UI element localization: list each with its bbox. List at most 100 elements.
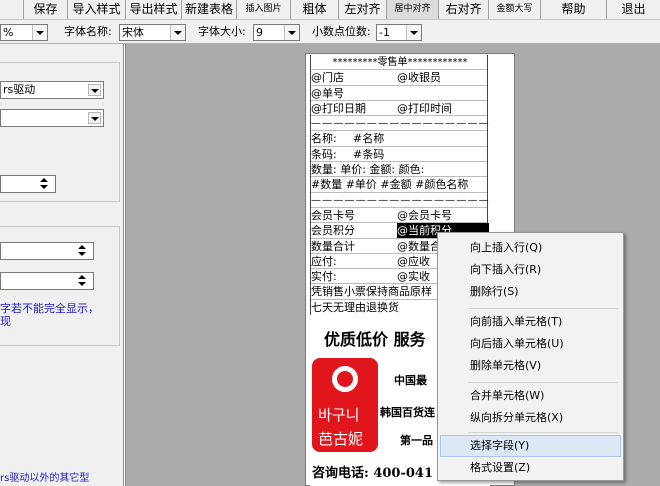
divider-line: — — — — — — — — — — — — — — — — — [311, 194, 489, 206]
bold-button[interactable]: 粗体 — [291, 0, 339, 19]
warning-text-2: 现 — [0, 315, 11, 328]
print-time-field[interactable]: @打印时间 — [397, 101, 452, 116]
align-right-button[interactable]: 右对齐 — [439, 0, 489, 19]
name-label[interactable]: 名称: — [311, 131, 337, 146]
paid-label[interactable]: 实付: — [311, 269, 337, 284]
chevron-down-icon — [88, 84, 101, 96]
driver-note: rs驱动以外的其它型 — [0, 473, 90, 484]
location-pin-icon — [332, 366, 358, 392]
decimal-places-select[interactable]: -1 — [376, 24, 422, 41]
chevron-down-icon — [284, 25, 299, 40]
qty-total-label[interactable]: 数量合计 — [311, 239, 355, 254]
receivable-label[interactable]: 应付: — [311, 254, 337, 269]
ad-title: 优质低价 服务 — [324, 330, 426, 349]
ad-slogan-3: 第一品 — [400, 434, 433, 447]
font-size-value: 9 — [256, 26, 263, 39]
table-row[interactable]: 名称: #名称 — [311, 131, 487, 147]
menu-item-format-settings[interactable]: 格式设置(Z) — [440, 457, 621, 479]
store-field[interactable]: @门店 — [311, 70, 344, 85]
table-row[interactable]: @打印日期 @打印时间 — [311, 101, 487, 117]
menu-item-split-cell-vertical[interactable]: 纵向拆分单元格(X) — [440, 407, 621, 429]
margin-left-spinner[interactable] — [0, 272, 94, 290]
ad-slogan-1: 中国最 — [394, 374, 427, 387]
menu-separator — [468, 308, 618, 309]
menu-separator — [468, 432, 618, 433]
insert-image-button[interactable]: 插入图片 — [237, 0, 291, 19]
table-row[interactable]: #数量 #单价 #金额 #颜色名称 — [311, 177, 487, 193]
font-name-value: 宋体 — [122, 26, 144, 39]
barcode-field[interactable]: #条码 — [353, 147, 384, 162]
member-card-label[interactable]: 会员卡号 — [311, 208, 355, 223]
table-row[interactable]: *********零售单************ — [311, 55, 489, 71]
menu-item-insert-row-above[interactable]: 向上插入行(Q) — [440, 237, 621, 259]
line-item-headers[interactable]: 数量: 单价: 金额: 颜色: — [311, 162, 424, 177]
qty-total-field[interactable]: @数量合 — [397, 239, 441, 254]
save-button[interactable]: 保存 — [24, 0, 68, 19]
menu-item-insert-cell-after[interactable]: 向后插入单元格(U) — [440, 333, 621, 355]
spinner-arrows-icon[interactable] — [78, 274, 87, 288]
help-button[interactable]: 帮助 — [541, 0, 607, 19]
barcode-label[interactable]: 条码: — [311, 147, 337, 162]
spinner-arrows-icon[interactable] — [40, 177, 49, 191]
new-table-button[interactable]: 新建表格 — [182, 0, 237, 19]
spinner-arrows-icon[interactable] — [78, 244, 87, 258]
brand-logo: 바구니 芭古妮 — [312, 358, 378, 452]
table-row[interactable]: @单号 — [311, 86, 487, 101]
font-name-select[interactable]: 宋体 — [119, 24, 186, 41]
paper-width-spinner[interactable] — [0, 175, 56, 193]
receipt-header[interactable]: *********零售单************ — [311, 55, 489, 70]
zoom-select[interactable]: % — [0, 24, 48, 41]
exit-button[interactable]: 退出 — [607, 0, 660, 19]
amount-uppercase-button[interactable]: 金额大写 — [489, 0, 541, 19]
settings-panel: rs驱动 字若不能完全显示， 现 rs驱动以外的其它型 — [0, 44, 124, 486]
notice-line-1[interactable]: 凭销售小票保持商品原样 — [311, 284, 432, 299]
toolbar: 保存 导入样式 导出样式 新建表格 插入图片 粗体 左对齐 居中对齐 右对齐 金… — [0, 0, 660, 20]
zoom-value: % — [3, 26, 14, 39]
line-item-fields[interactable]: #数量 #单价 #金额 #颜色名称 — [311, 177, 468, 192]
align-left-button[interactable]: 左对齐 — [339, 0, 387, 19]
logo-chinese-text: 芭古妮 — [318, 430, 364, 448]
print-date-field[interactable]: @打印日期 — [311, 101, 366, 116]
table-row[interactable]: — — — — — — — — — — — — — — — — — [311, 193, 489, 208]
table-row[interactable]: @门店 @收银员 — [311, 70, 487, 86]
decimal-places-label: 小数点位数: — [312, 25, 371, 38]
chevron-down-icon — [88, 112, 101, 124]
receivable-field[interactable]: @应收 — [397, 254, 430, 269]
cashier-field[interactable]: @收银员 — [397, 70, 441, 85]
font-size-label: 字体大小: — [198, 25, 246, 38]
paid-field[interactable]: @实收 — [397, 269, 430, 284]
name-field[interactable]: #名称 — [353, 131, 384, 146]
decimal-places-value: -1 — [379, 26, 390, 39]
warning-text-1: 字若不能完全显示， — [0, 302, 99, 315]
table-row[interactable]: 数量: 单价: 金额: 颜色: — [311, 162, 487, 178]
driver-value: rs驱动 — [3, 83, 36, 96]
menu-item-delete-cell[interactable]: 删除单元格(V) — [440, 355, 621, 377]
canvas-divider — [125, 44, 126, 486]
chevron-down-icon — [170, 25, 185, 40]
table-row[interactable]: 会员卡号 @会员卡号 — [311, 208, 487, 224]
printer-select[interactable] — [0, 109, 104, 127]
menu-item-merge-cells[interactable]: 合并单元格(W) — [440, 385, 621, 407]
divider-line: — — — — — — — — — — — — — — — — — [311, 118, 489, 130]
font-size-select[interactable]: 9 — [253, 24, 300, 41]
menu-item-insert-cell-before[interactable]: 向前插入单元格(T) — [440, 311, 621, 333]
import-style-button[interactable]: 导入样式 — [68, 0, 126, 19]
export-style-button[interactable]: 导出样式 — [126, 0, 182, 19]
member-points-label[interactable]: 会员积分 — [311, 223, 355, 238]
driver-select[interactable]: rs驱动 — [0, 81, 104, 99]
align-center-button[interactable]: 居中对齐 — [387, 0, 439, 19]
notice-line-2[interactable]: 七天无理由退换货 — [311, 300, 399, 315]
toolbar-overflow-button[interactable] — [0, 0, 24, 19]
menu-item-insert-row-below[interactable]: 向下插入行(R) — [440, 259, 621, 281]
menu-item-select-field[interactable]: 选择字段(Y) — [440, 435, 621, 457]
margin-top-spinner[interactable] — [0, 242, 94, 260]
ad-slogan-2: 韩国百货连 — [380, 406, 435, 419]
table-row[interactable]: — — — — — — — — — — — — — — — — — [311, 116, 489, 132]
menu-item-delete-row[interactable]: 删除行(S) — [440, 281, 621, 303]
logo-korean-text: 바구니 — [318, 406, 360, 424]
doc-no-field[interactable]: @单号 — [311, 86, 344, 101]
ad-phone: 咨询电话: 400-041 — [312, 466, 433, 481]
member-card-field[interactable]: @会员卡号 — [397, 208, 452, 223]
table-row[interactable]: 条码: #条码 — [311, 147, 487, 163]
property-bar: % 字体名称: 宋体 字体大小: 9 小数点位数: -1 — [0, 20, 660, 44]
